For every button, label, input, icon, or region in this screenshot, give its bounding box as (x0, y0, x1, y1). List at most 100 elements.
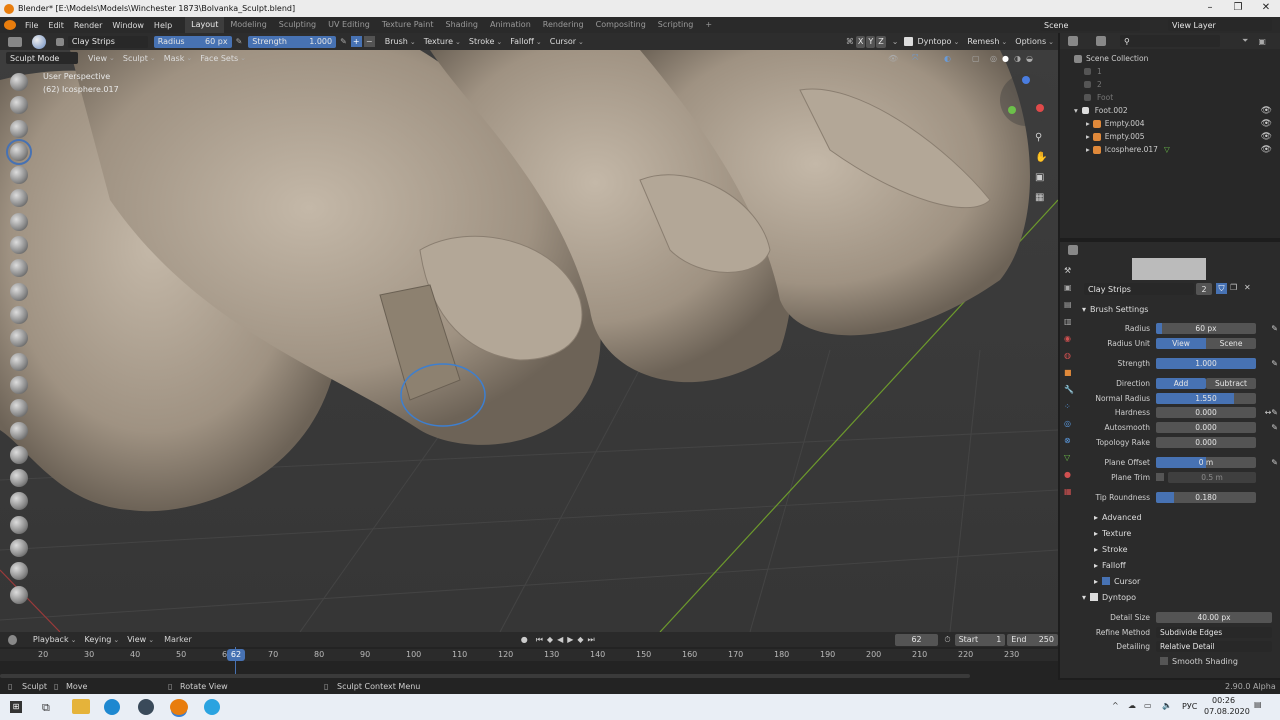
tool-layer-icon[interactable] (10, 189, 28, 208)
tab-uv-editing[interactable]: UV Editing (322, 17, 376, 33)
tab-texture-paint[interactable]: Texture Paint (376, 17, 440, 33)
tool-elastic-deform-icon[interactable] (10, 445, 28, 464)
close-button[interactable]: ✕ (1252, 0, 1280, 17)
tool-nudge-icon[interactable] (10, 538, 28, 557)
outliner-row[interactable]: ▾ Foot.002 👁 (1074, 104, 1280, 117)
strength-pressure-icon[interactable]: ✎ (1256, 359, 1278, 368)
keying-menu[interactable]: Keying (80, 634, 123, 646)
cursor-menu[interactable]: Cursor (546, 36, 588, 48)
fake-user-shield-icon[interactable]: ⛉ (1216, 283, 1227, 294)
plane-offset-field[interactable]: 0 m (1156, 456, 1256, 468)
outliner-row[interactable]: ▸ Icosphere.017 ▽ 👁 (1074, 143, 1280, 156)
jump-keyframe-forward-icon[interactable]: ◆ (577, 635, 583, 644)
jump-keyframe-back-icon[interactable]: ◆ (547, 635, 553, 644)
menu-face-sets[interactable]: Face Sets (196, 52, 250, 64)
camera-view-icon[interactable]: ▣ (1035, 172, 1044, 183)
wireframe-shading-icon[interactable]: ◎ (990, 54, 997, 63)
blender-menu-icon[interactable] (4, 20, 16, 30)
tab-sculpting[interactable]: Sculpting (273, 17, 322, 33)
falloff-subpanel[interactable]: ▸ Falloff (1094, 558, 1280, 572)
tab-modeling[interactable]: Modeling (224, 17, 272, 33)
outliner-row[interactable]: 1 (1074, 65, 1280, 78)
overlay-toggle-icon[interactable]: ◐ (944, 54, 951, 63)
playback-menu[interactable]: Playback (29, 634, 81, 646)
autosmooth-pressure-icon[interactable]: ✎ (1256, 423, 1278, 432)
solid-shading-icon[interactable]: ● (1002, 54, 1009, 63)
marker-menu[interactable]: Marker (160, 635, 196, 644)
tab-shading[interactable]: Shading (439, 17, 484, 33)
menu-mask[interactable]: Mask (160, 52, 196, 64)
tool-pinch-icon[interactable] (10, 399, 28, 418)
scene-selector[interactable]: Scene (1040, 19, 1140, 31)
timeline-editor-icon[interactable] (8, 634, 17, 645)
timeline-scrollbar[interactable] (0, 674, 970, 678)
edge-browser-icon[interactable] (104, 699, 120, 715)
add-direction-icon[interactable]: + (350, 36, 362, 47)
mirror-y-toggle[interactable]: Y (866, 35, 876, 48)
output-tab-icon[interactable]: ▤ (1064, 300, 1078, 309)
falloff-menu[interactable]: Falloff (506, 36, 546, 48)
telegram-icon[interactable] (204, 699, 220, 715)
frame-ruler[interactable]: 2030405060708090100110120130140150160170… (0, 649, 1058, 661)
duplicate-brush-icon[interactable]: ❐ (1230, 283, 1237, 292)
play-reverse-icon[interactable]: ◀ (557, 635, 563, 644)
stroke-menu[interactable]: Stroke (465, 36, 506, 48)
properties-editor-icon[interactable] (1068, 245, 1078, 255)
plane-trim-field[interactable]: 0.5 m (1168, 471, 1256, 483)
pan-hand-icon[interactable]: ✋ (1035, 152, 1047, 163)
windows-start-icon[interactable]: ⊞ (10, 701, 22, 713)
mirror-x-toggle[interactable]: X (855, 35, 866, 48)
cloud-icon[interactable]: ☁ (1128, 701, 1136, 710)
brush-settings-header[interactable]: ▾ Brush Settings (1082, 302, 1278, 316)
view-object-types-icon[interactable]: 👁 (888, 54, 898, 63)
physics-tab-icon[interactable]: ◎ (1064, 419, 1078, 428)
unlink-brush-icon[interactable]: ✕ (1244, 283, 1251, 292)
brush-datablock-field[interactable]: Clay Strips (1084, 283, 1194, 295)
strength-pressure-icon[interactable]: ✎ (340, 37, 347, 46)
tab-animation[interactable]: Animation (484, 17, 537, 33)
scene-collection-row[interactable]: Scene Collection (1074, 52, 1280, 65)
xray-toggle-icon[interactable]: ▢ (972, 54, 980, 63)
radius-prop-field[interactable]: 60 px (1156, 322, 1256, 334)
radius-unit-scene-button[interactable]: Scene (1206, 337, 1256, 349)
menu-view[interactable]: View (84, 52, 119, 64)
expand-arrow-icon[interactable]: ▸ (1086, 145, 1090, 154)
options-menu[interactable]: Options (1011, 36, 1058, 48)
plane-trim-checkbox[interactable] (1156, 473, 1164, 481)
start-frame-field[interactable]: Start 1 (954, 633, 1006, 646)
menu-help[interactable]: Help (149, 21, 177, 30)
smooth-shading-checkbox[interactable] (1160, 657, 1168, 665)
tool-draw-icon[interactable] (10, 73, 28, 91)
cursor-checkbox[interactable] (1102, 577, 1111, 585)
outliner-row[interactable]: Foot (1074, 91, 1280, 104)
gizmo-y-axis[interactable] (1008, 106, 1016, 114)
lock-icon[interactable]: ⌄ (892, 37, 899, 46)
scene-tab-icon[interactable]: ◉ (1064, 334, 1078, 343)
menu-window[interactable]: Window (107, 21, 149, 30)
end-frame-field[interactable]: End 250 (1007, 633, 1058, 646)
texture-subpanel[interactable]: ▸ Texture (1094, 526, 1280, 540)
modifier-tab-icon[interactable]: 🔧 (1064, 385, 1078, 394)
dyntopo-menu[interactable]: Dyntopo (913, 36, 963, 48)
app-w-icon[interactable] (138, 699, 154, 715)
checkbox-icon[interactable] (1084, 68, 1091, 75)
constraints-tab-icon[interactable]: ⊗ (1064, 436, 1078, 445)
outliner-editor-icon[interactable] (1068, 36, 1078, 46)
outliner-search-input[interactable]: ⚲ (1120, 35, 1220, 47)
editor-type-icon[interactable] (8, 36, 22, 47)
dyntopo-panel-checkbox[interactable] (1090, 593, 1099, 601)
visibility-eye-icon[interactable]: 👁 (1261, 106, 1272, 116)
hardness-field[interactable]: 0.000 (1156, 406, 1256, 418)
maximize-button[interactable]: ❐ (1224, 0, 1252, 17)
tool-multiplane-scrape-icon[interactable] (10, 375, 28, 394)
view-layer-selector[interactable]: View Layer (1168, 19, 1272, 31)
plane-offset-pressure-icon[interactable]: ✎ (1256, 458, 1278, 467)
menu-edit[interactable]: Edit (43, 21, 69, 30)
zoom-icon[interactable]: ⚲ (1035, 132, 1042, 143)
outliner-row[interactable]: ▸ Empty.004 👁 (1074, 117, 1280, 130)
radius-unit-view-button[interactable]: View (1156, 337, 1206, 349)
filter-icon[interactable]: ⏷ (1242, 36, 1248, 46)
particles-tab-icon[interactable]: ⁘ (1064, 402, 1078, 411)
clock-date[interactable]: 07.08.2020 (1204, 707, 1250, 716)
dyntopo-panel-header[interactable]: ▾ Dyntopo (1082, 590, 1278, 604)
